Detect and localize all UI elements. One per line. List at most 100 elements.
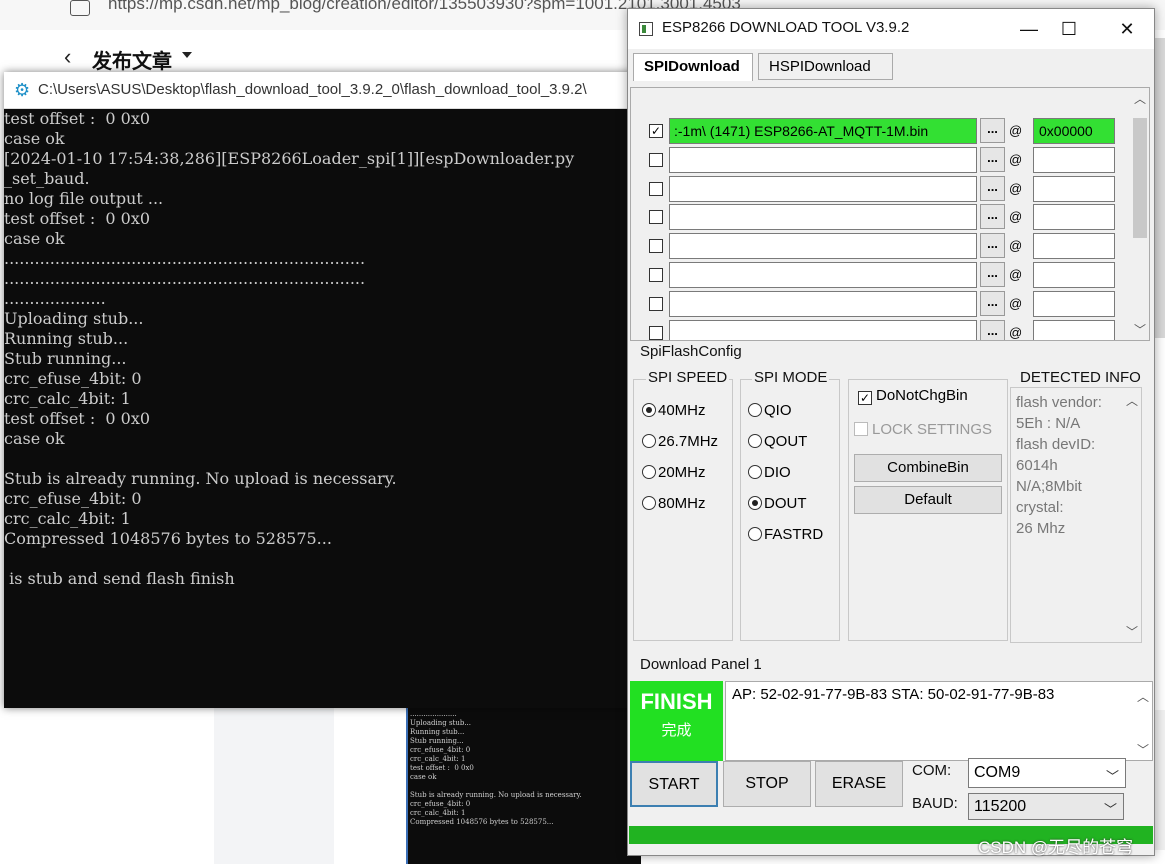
spi-mode-radio[interactable]: QIO <box>748 402 792 419</box>
offset-input[interactable] <box>1033 175 1115 202</box>
combine-bin-button[interactable]: CombineBin <box>854 454 1002 482</box>
page-icon <box>70 0 90 16</box>
stop-button[interactable]: STOP <box>723 761 811 807</box>
status-text-cn: 完成 <box>661 722 692 739</box>
file-path-input[interactable] <box>669 233 977 260</box>
file-enable-checkbox[interactable] <box>649 296 663 311</box>
spi-speed-radio[interactable]: 20MHz <box>642 464 706 481</box>
chevron-down-icon[interactable] <box>182 52 192 58</box>
console-titlebar[interactable]: ⚙ C:\Users\ASUS\Desktop\flash_download_t… <box>4 72 636 109</box>
console-title: C:\Users\ASUS\Desktop\flash_download_too… <box>38 81 587 98</box>
mac-info-box: AP: 52-02-91-77-9B-83 STA: 50-02-91-77-9… <box>725 681 1153 761</box>
scroll-down-icon[interactable]: ﹀ <box>1137 741 1149 758</box>
chevron-left-icon[interactable]: ‹ <box>64 44 71 70</box>
file-row: ... @ <box>631 260 1131 289</box>
file-enable-checkbox[interactable] <box>649 239 663 254</box>
chevron-down-icon: ﹀ <box>1105 769 1119 784</box>
file-path-input[interactable]: :-1m\ (1471) ESP8266-AT_MQTT-1M.bin <box>669 118 977 144</box>
com-label: COM: <box>912 762 952 779</box>
file-path-input[interactable] <box>669 146 977 173</box>
status-indicator: FINISH 完成 <box>630 681 723 761</box>
page-title: 发布文章 <box>92 51 172 73</box>
offset-input[interactable] <box>1033 204 1115 231</box>
tab-hspidownload[interactable]: HSPIDownload <box>758 53 893 80</box>
offset-input[interactable] <box>1033 262 1115 288</box>
radio-icon <box>748 434 762 448</box>
spi-speed-radio[interactable]: 26.7MHz <box>642 433 718 450</box>
tool-titlebar[interactable]: ESP8266 DOWNLOAD TOOL V3.9.2 — ☐ ✕ <box>628 9 1154 49</box>
browse-button[interactable]: ... <box>980 204 1005 230</box>
radio-icon <box>642 465 656 479</box>
radio-label: DOUT <box>764 495 807 512</box>
file-enable-checkbox[interactable] <box>649 325 663 340</box>
offset-input[interactable] <box>1033 319 1115 340</box>
spi-mode-radio[interactable]: DIO <box>748 464 791 481</box>
radio-label: FASTRD <box>764 526 824 543</box>
scroll-down-icon[interactable]: ﹀ <box>1134 321 1146 338</box>
offset-input[interactable] <box>1033 290 1115 317</box>
browse-button[interactable]: ... <box>980 118 1005 143</box>
spi-mode-radio[interactable]: FASTRD <box>748 526 823 543</box>
browse-button[interactable]: ... <box>980 319 1005 340</box>
radio-label: QOUT <box>764 433 808 450</box>
com-select[interactable]: COM9 ﹀ <box>968 758 1126 788</box>
minimize-button[interactable]: — <box>1014 17 1044 41</box>
default-button[interactable]: Default <box>854 486 1002 514</box>
scroll-up-icon[interactable]: ︿ <box>1137 688 1149 705</box>
browse-button[interactable]: ... <box>980 175 1005 201</box>
checkbox-icon <box>854 422 868 436</box>
file-path-input[interactable] <box>669 319 977 340</box>
browse-button[interactable]: ... <box>980 233 1005 259</box>
spi-speed-radio[interactable]: 40MHz <box>642 402 706 419</box>
file-path-input[interactable] <box>669 204 977 231</box>
scroll-down-icon[interactable]: ﹀ <box>1126 623 1138 640</box>
file-path-input[interactable] <box>669 290 977 317</box>
file-enable-checkbox[interactable] <box>649 268 663 282</box>
detected-info-box: flash vendor: 5Eh : N/A flash devID: 601… <box>1010 387 1142 643</box>
radio-icon <box>642 496 656 510</box>
spi-mode-title: SPI MODE <box>752 369 830 386</box>
radio-icon <box>748 527 762 541</box>
browse-button[interactable]: ... <box>980 290 1005 316</box>
close-button[interactable]: ✕ <box>1112 17 1142 41</box>
file-enable-checkbox[interactable] <box>649 152 663 167</box>
start-button[interactable]: START <box>630 761 718 807</box>
console-window[interactable]: ⚙ C:\Users\ASUS\Desktop\flash_download_t… <box>4 72 636 708</box>
scrollbar-thumb[interactable] <box>1133 118 1147 238</box>
do-not-chg-bin-checkbox[interactable]: ✓ DoNotChgBin <box>858 387 968 405</box>
file-path-input[interactable] <box>669 175 977 202</box>
scroll-up-icon[interactable]: ︿ <box>1126 392 1138 409</box>
offset-input[interactable]: 0x00000 <box>1033 118 1115 144</box>
file-row: ... @ <box>631 231 1131 260</box>
spi-flash-config-title: SpiFlashConfig <box>640 343 742 360</box>
console-output: test offset : 0 0x0 case ok [2024-01-10 … <box>4 109 575 588</box>
file-path-input[interactable] <box>669 262 977 288</box>
file-enable-checkbox[interactable] <box>649 181 663 196</box>
at-label: @ <box>1009 209 1023 225</box>
at-label: @ <box>1009 123 1023 138</box>
browse-button[interactable]: ... <box>980 146 1005 172</box>
offset-input[interactable] <box>1033 233 1115 260</box>
radio-icon <box>642 434 656 448</box>
browse-button[interactable]: ... <box>980 262 1005 287</box>
spi-mode-radio[interactable]: QOUT <box>748 433 807 450</box>
spi-mode-radio[interactable]: DOUT <box>748 495 807 512</box>
com-value: COM9 <box>974 764 1021 781</box>
baud-select[interactable]: 115200 ﹀ <box>968 793 1124 820</box>
spi-speed-radio[interactable]: 80MHz <box>642 495 706 512</box>
scroll-up-icon[interactable]: ︿ <box>1134 90 1146 107</box>
chevron-down-icon: ﹀ <box>1103 802 1117 817</box>
maximize-button[interactable]: ☐ <box>1054 17 1084 41</box>
file-enable-checkbox[interactable]: ✓ <box>649 124 663 138</box>
radio-label: DIO <box>764 464 791 481</box>
gear-icon: ⚙ <box>14 80 31 100</box>
tab-spidownload[interactable]: SPIDownload <box>633 53 753 81</box>
lock-settings-checkbox[interactable]: LOCK SETTINGS <box>854 421 992 438</box>
at-label: @ <box>1009 295 1023 311</box>
at-label: @ <box>1009 267 1023 282</box>
erase-button[interactable]: ERASE <box>815 761 903 807</box>
file-list-scrollbar[interactable]: ︿ ﹀ <box>1131 88 1149 340</box>
file-row: ... @ <box>631 318 1131 340</box>
offset-input[interactable] <box>1033 146 1115 173</box>
file-enable-checkbox[interactable] <box>649 210 663 225</box>
